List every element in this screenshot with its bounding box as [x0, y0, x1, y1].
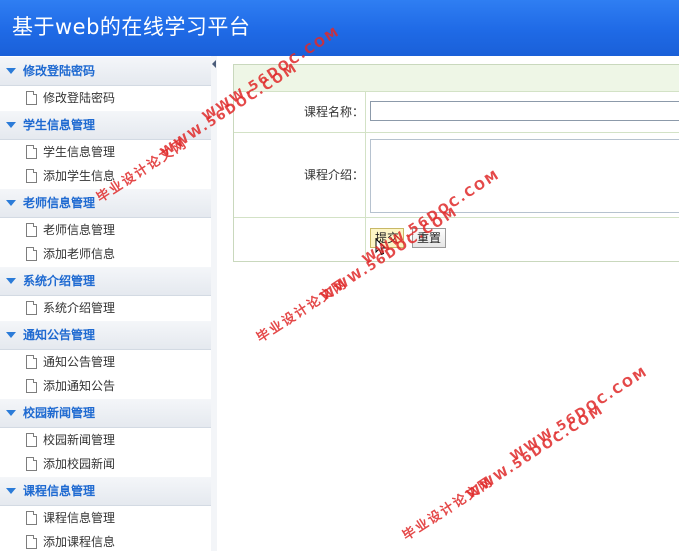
sidebar-item-label: 老师信息管理	[43, 223, 116, 237]
sidebar-item-label: 学生信息管理	[43, 145, 116, 159]
sidebar: 修改登陆密码 修改登陆密码 学生信息管理 学生信息管理 添加学生信息 老师信息管…	[0, 56, 212, 551]
sidebar-group-label: 修改登陆密码	[23, 64, 96, 78]
sidebar-group-label: 老师信息管理	[23, 196, 96, 210]
document-icon	[26, 457, 37, 471]
caret-down-icon	[6, 278, 16, 284]
document-icon	[26, 301, 37, 315]
caret-down-icon	[6, 488, 16, 494]
document-icon	[26, 91, 37, 105]
sidebar-group-label: 校园新闻管理	[23, 406, 96, 420]
sidebar-item-label: 课程信息管理	[43, 511, 116, 525]
caret-down-icon	[6, 200, 16, 206]
sidebar-group-news[interactable]: 校园新闻管理	[0, 398, 211, 428]
sidebar-item-change-password[interactable]: 修改登陆密码	[0, 86, 211, 110]
document-icon	[26, 511, 37, 525]
sidebar-item-teacher-add[interactable]: 添加老师信息	[0, 242, 211, 266]
sidebar-item-course-add[interactable]: 添加课程信息	[0, 530, 211, 551]
course-intro-label: 课程介绍：	[303, 168, 364, 182]
form-row-course-name: 课程名称：	[234, 92, 679, 133]
sidebar-group-courses[interactable]: 课程信息管理	[0, 476, 211, 506]
sidebar-item-news-add[interactable]: 添加校园新闻	[0, 452, 211, 476]
form-header-band	[234, 65, 679, 92]
caret-down-icon	[6, 410, 16, 416]
document-icon	[26, 355, 37, 369]
sidebar-item-label: 添加课程信息	[43, 535, 116, 549]
course-intro-textarea[interactable]	[370, 139, 679, 213]
sidebar-item-course-manage[interactable]: 课程信息管理	[0, 506, 211, 530]
sidebar-item-notice-add[interactable]: 添加通知公告	[0, 374, 211, 398]
app-header: 基于web的在线学习平台	[0, 0, 679, 56]
document-icon	[26, 535, 37, 549]
document-icon	[26, 223, 37, 237]
sidebar-group-system-intro[interactable]: 系统介绍管理	[0, 266, 211, 296]
form-row-actions: 提交 重置	[234, 218, 679, 260]
app-title: 基于web的在线学习平台	[12, 15, 251, 39]
sidebar-item-notice-manage[interactable]: 通知公告管理	[0, 350, 211, 374]
caret-down-icon	[6, 122, 16, 128]
watermark-site: WWW.56DOC.COM	[508, 364, 652, 465]
sidebar-group-label: 通知公告管理	[23, 328, 96, 342]
sidebar-item-label: 添加老师信息	[43, 247, 116, 261]
sidebar-group-label: 系统介绍管理	[23, 274, 96, 288]
sidebar-item-label: 修改登陆密码	[43, 91, 116, 105]
document-icon	[26, 145, 37, 159]
sidebar-group-label: 课程信息管理	[23, 484, 96, 498]
sidebar-item-news-manage[interactable]: 校园新闻管理	[0, 428, 211, 452]
sidebar-group-notices[interactable]: 通知公告管理	[0, 320, 211, 350]
document-icon	[26, 433, 37, 447]
sidebar-group-label: 学生信息管理	[23, 118, 96, 132]
sidebar-item-system-intro-manage[interactable]: 系统介绍管理	[0, 296, 211, 320]
caret-down-icon	[6, 68, 16, 74]
document-icon	[26, 379, 37, 393]
collapse-arrow-icon[interactable]	[212, 60, 216, 68]
course-form: 课程名称： 课程介绍： 提交 重置	[233, 64, 679, 262]
sidebar-item-label: 校园新闻管理	[43, 433, 116, 447]
course-name-cell	[365, 92, 679, 132]
sidebar-item-label: 添加通知公告	[43, 379, 116, 393]
course-name-input[interactable]	[370, 101, 679, 121]
sidebar-item-label: 系统介绍管理	[43, 301, 116, 315]
course-intro-cell	[365, 133, 679, 217]
sidebar-group-password[interactable]: 修改登陆密码	[0, 56, 211, 86]
caret-down-icon	[6, 332, 16, 338]
sidebar-item-teacher-manage[interactable]: 老师信息管理	[0, 218, 211, 242]
document-icon	[26, 247, 37, 261]
document-icon	[26, 169, 37, 183]
sidebar-item-label: 添加校园新闻	[43, 457, 116, 471]
sidebar-item-label: 通知公告管理	[43, 355, 116, 369]
